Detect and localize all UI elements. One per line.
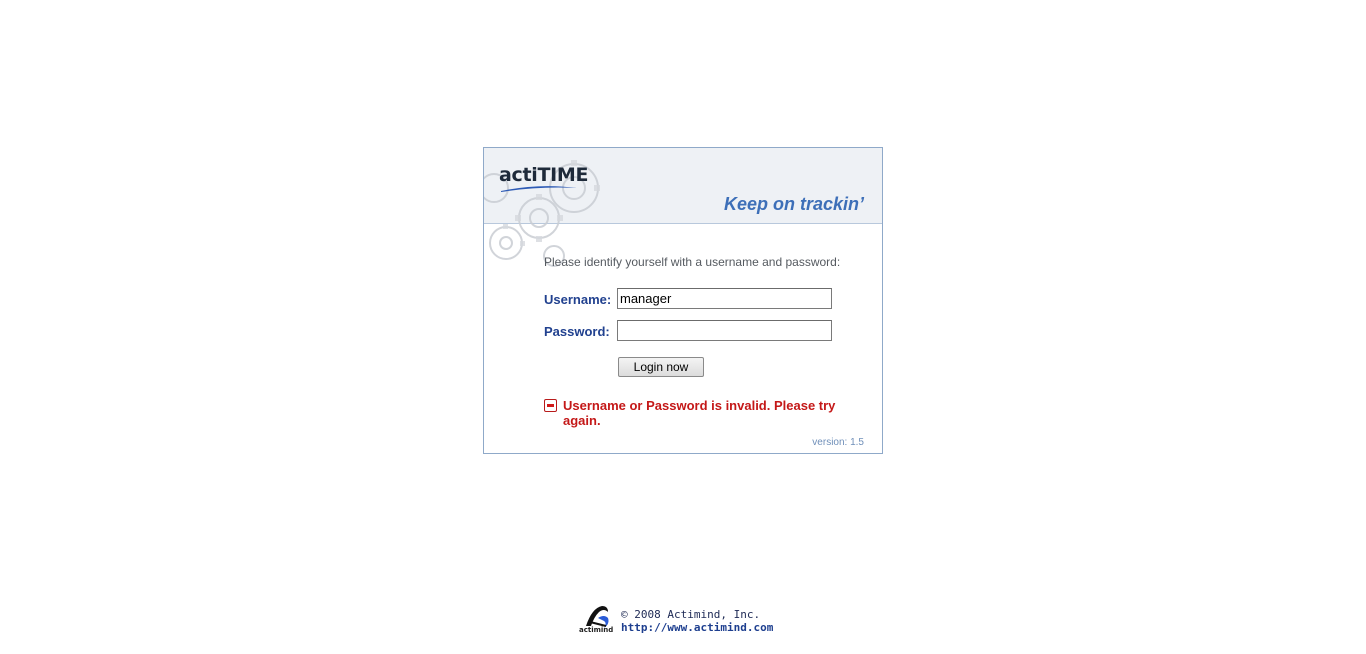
error-message: Username or Password is invalid. Please …	[563, 398, 836, 428]
copyright-text: © 2008 Actimind, Inc.	[621, 608, 761, 621]
actimind-website-link[interactable]: http://www.actimind.com	[621, 621, 773, 634]
login-now-button[interactable]: Login now	[618, 357, 704, 377]
tagline: Keep on trackin’	[723, 194, 864, 214]
version-label: version: 1.5	[812, 437, 864, 448]
footer: actimind © 2008 Actimind, Inc. http://ww…	[578, 600, 808, 640]
password-input[interactable]	[617, 320, 832, 341]
login-panel: actiTIME Keep on trackin’ Please identif…	[483, 147, 883, 454]
password-label: Password:	[544, 324, 610, 339]
username-label: Username:	[544, 292, 612, 307]
actitime-logo: actiTIME	[499, 164, 589, 192]
login-instructions: Please identify yourself with a username…	[544, 255, 841, 269]
error-minus-icon	[544, 399, 557, 412]
logo-text: actiTIME	[499, 164, 589, 186]
actimind-logo-text: actimind	[579, 626, 614, 634]
username-input[interactable]	[617, 288, 832, 309]
actitime-logo-swoosh-icon	[501, 186, 577, 192]
